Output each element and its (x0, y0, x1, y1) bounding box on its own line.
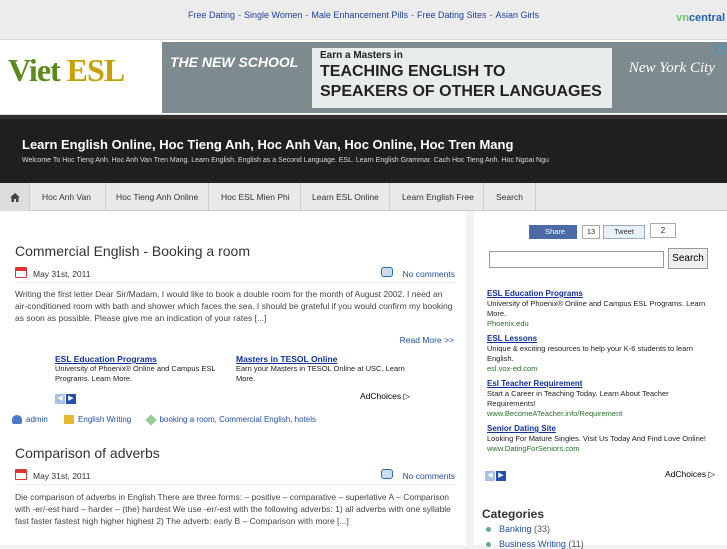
banner-line-2: TEACHING ENGLISH TO (320, 63, 506, 80)
nav-hoc-tieng-anh-online[interactable]: Hoc Tieng Anh Online (106, 183, 209, 211)
post-meta: May 31st, 2011 No comments (15, 265, 455, 283)
post-category-link[interactable]: English Writing (78, 415, 131, 424)
sidebar-ad-4-text: Looking For Mature Singles. Visit Us Tod… (487, 434, 707, 443)
sidebar-ad-block: ESL Education Programs University of Pho… (482, 286, 720, 486)
tweet-count: 2 (650, 223, 676, 238)
banner-city: New York City (628, 60, 715, 76)
sidebar-ad-2-url[interactable]: esl.vox-ed.com (487, 364, 717, 374)
post-tags-links[interactable]: booking a room, Commercial English, hote… (159, 415, 316, 424)
banner-line-3: SPEAKERS OF OTHER LANGUAGES (320, 83, 602, 100)
sidebar-ad-1-title[interactable]: ESL Education Programs (487, 289, 717, 299)
site-header: Viet ESL THE NEW SCHOOL Earn a Masters i… (0, 40, 727, 115)
comment-bubble-icon (381, 267, 393, 277)
nav-hoc-esl-mien-phi[interactable]: Hoc ESL Mien Phi (209, 183, 301, 211)
folder-icon (64, 415, 75, 425)
sidebar-ad-1[interactable]: ESL Education Programs University of Pho… (487, 289, 717, 329)
top-link-asian-girls[interactable]: Asian Girls (495, 10, 539, 20)
post-comments-link[interactable]: No comments (403, 269, 455, 279)
main-nav: Hoc Anh Van Hoc Tieng Anh Online Hoc ESL… (0, 183, 727, 211)
post-excerpt: Writing the first letter Dear Sir/Madam,… (15, 289, 453, 323)
sidebar-ad-3-text: Start a Career in Teaching Today. Learn … (487, 389, 669, 408)
search-button[interactable]: Search (668, 248, 708, 269)
top-link-single-women[interactable]: Single Women (244, 10, 302, 20)
top-links: Free Dating - Single Women - Male Enhancemen… (187, 10, 539, 20)
nav-home[interactable] (0, 183, 30, 211)
post-author-link[interactable]: admin (26, 415, 48, 424)
sidebar-ad-2[interactable]: ESL Lessons Unique & exciting resources … (487, 334, 717, 374)
sidebar-ad-1-url[interactable]: Phoenix.edu (487, 319, 717, 329)
sidebar-ad-next-arrow-icon[interactable]: ▶ (496, 471, 506, 481)
sidebar-ad-3-title[interactable]: Esl Teacher Requirement (487, 379, 717, 389)
ad-info-icon[interactable]: i (715, 44, 725, 54)
sidebar-ad-3[interactable]: Esl Teacher Requirement Start a Career i… (487, 379, 717, 419)
sidebar-ad-pager: ◀ ▶ (485, 469, 507, 481)
categories-heading: Categories (482, 507, 545, 521)
banner-line-1: Earn a Masters in (320, 50, 403, 61)
post-title[interactable]: Commercial English - Booking a room (15, 243, 250, 259)
author-icon (12, 415, 22, 425)
inline-ad-block: ESL Education Programs University of Pho… (55, 354, 410, 408)
inline-ad-2[interactable]: Masters in TESOL Online Earn your Master… (236, 354, 411, 384)
post-excerpt: Die comparison of adverbs in English The… (15, 492, 451, 526)
tag-icon (145, 414, 158, 426)
inline-ad-2-text: Earn your Masters in TESOL Online at USC… (236, 364, 405, 383)
ad-next-arrow-icon[interactable]: ▶ (66, 394, 76, 404)
post-date: May 31st, 2011 (33, 471, 91, 481)
banner-school-name: THE NEW SCHOOL (170, 54, 299, 70)
site-title-band: Learn English Online, Hoc Tieng Anh, Hoc… (0, 115, 727, 183)
inline-ad-1-text: University of Phoenix® Online and Campus… (55, 364, 216, 383)
category-item[interactable]: Banking (33) (486, 524, 550, 534)
sidebar: Share 13 Tweet 2 Search ESL Education Pr… (474, 211, 727, 549)
nav-search[interactable]: Search (484, 183, 536, 211)
ad-pager: ◀ ▶ (55, 392, 77, 404)
post-comments-link[interactable]: No comments (403, 471, 455, 481)
post-date: May 31st, 2011 (33, 269, 91, 279)
tweet-button[interactable]: Tweet (603, 225, 645, 239)
top-link-free-dating[interactable]: Free Dating (188, 10, 235, 20)
sidebar-ad-2-text: Unique & exciting resources to help your… (487, 344, 693, 363)
sidebar-ad-prev-arrow-icon[interactable]: ◀ (485, 471, 495, 481)
banner-ad[interactable]: THE NEW SCHOOL Earn a Masters in TEACHIN… (162, 42, 727, 113)
banner-text-box: Earn a Masters in TEACHING ENGLISH TO SP… (312, 48, 612, 108)
comment-bubble-icon (381, 469, 393, 479)
post-footer-meta: admin English Writing booking a room, Co… (12, 414, 316, 426)
facebook-share-count: 13 (582, 225, 600, 239)
site-logo[interactable]: Viet ESL (8, 52, 125, 89)
sidebar-ad-4[interactable]: Senior Dating Site Looking For Mature Si… (487, 424, 717, 454)
site-description: Welcome To Hoc Tieng Anh. Hoc Anh Van Tr… (22, 157, 549, 164)
nav-learn-esl-online[interactable]: Learn ESL Online (301, 183, 390, 211)
sidebar-ad-2-title[interactable]: ESL Lessons (487, 334, 717, 344)
ad-prev-arrow-icon[interactable]: ◀ (55, 394, 65, 404)
adchoices-link[interactable]: AdChoices ▷ (360, 391, 410, 402)
sidebar-ad-4-title[interactable]: Senior Dating Site (487, 424, 717, 434)
facebook-share-button[interactable]: Share (529, 225, 577, 239)
inline-ad-2-title[interactable]: Masters in TESOL Online (236, 354, 411, 364)
calendar-icon (15, 267, 27, 278)
top-link-bar: Free Dating - Single Women - Male Enhancemen… (0, 0, 727, 40)
inline-ad-1-title[interactable]: ESL Education Programs (55, 354, 230, 364)
top-link-male-enhancement[interactable]: Male Enhancement Pills (311, 10, 408, 20)
post-title[interactable]: Comparison of adverbs (15, 445, 160, 461)
sidebar-adchoices-link[interactable]: AdChoices ▷ (665, 469, 715, 480)
sidebar-ad-3-url[interactable]: www.BecomeATeacher.info/Requirement (487, 409, 717, 419)
sidebar-ad-4-url[interactable]: www.DatingForSeniors.com (487, 444, 717, 454)
sidebar-ad-1-text: University of Phoenix® Online and Campus… (487, 299, 706, 318)
vncentral-logo[interactable]: vncentral (676, 12, 725, 24)
bullet-icon (486, 527, 491, 533)
home-icon (9, 193, 20, 203)
site-title[interactable]: Learn English Online, Hoc Tieng Anh, Hoc… (22, 137, 513, 152)
category-item[interactable]: Business Writing (11) (486, 539, 584, 549)
search-input[interactable] (489, 251, 664, 268)
nav-learn-english-free[interactable]: Learn English Free (390, 183, 484, 211)
top-link-free-dating-sites[interactable]: Free Dating Sites (417, 10, 487, 20)
calendar-icon (15, 469, 27, 480)
nav-hoc-anh-van[interactable]: Hoc Anh Van (30, 183, 106, 211)
inline-ad-1[interactable]: ESL Education Programs University of Pho… (55, 354, 230, 384)
post-meta: May 31st, 2011 No comments (15, 467, 455, 485)
read-more-link[interactable]: Read More >> (400, 335, 454, 345)
main-content: Commercial English - Booking a room May … (0, 211, 466, 545)
